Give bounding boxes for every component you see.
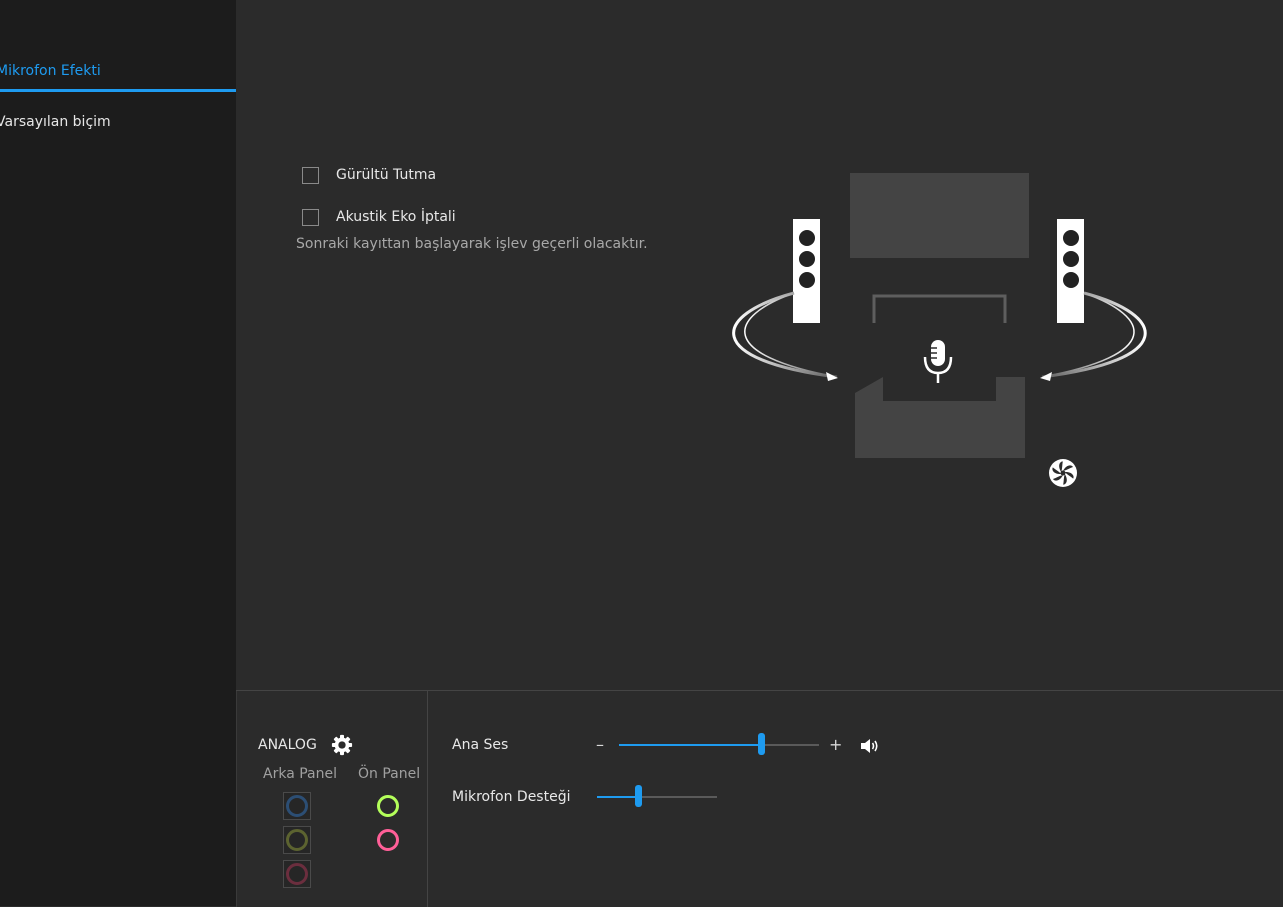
front-jack-green[interactable] (377, 795, 399, 817)
rear-jack-slot (283, 792, 311, 820)
gear-icon[interactable] (331, 734, 353, 756)
master-volume-label: Ana Ses (452, 737, 509, 753)
left-speaker (793, 219, 820, 323)
analog-panel: ANALOG Arka Panel Ön Panel (236, 691, 428, 907)
slider-thumb[interactable] (635, 785, 642, 807)
front-jack-pink[interactable] (377, 829, 399, 851)
footer-bar: ANALOG Arka Panel Ön Panel Ana Ses – + M… (236, 690, 1283, 907)
rear-jack-blue[interactable] (286, 795, 308, 817)
main-panel: Gürültü Tutma Akustik Eko İptali Sonraki… (236, 0, 1283, 690)
noise-suppression-label: Gürültü Tutma (336, 167, 437, 183)
front-panel-label: Ön Panel (358, 766, 421, 782)
mic-boost-slider[interactable] (597, 785, 717, 807)
echo-cancellation-label: Akustik Eko İptali (336, 209, 456, 225)
effect-note: Sonraki kayıttan başlayarak işlev geçerl… (296, 236, 648, 252)
microphone-effect-illustration (732, 173, 1147, 458)
rear-jack-slot (283, 860, 311, 888)
volume-minus-button[interactable]: – (596, 737, 604, 753)
analog-title: ANALOG (258, 737, 317, 753)
right-speaker (1057, 219, 1084, 323)
fan-icon[interactable] (1047, 457, 1079, 489)
rear-panel-label: Arka Panel (263, 766, 337, 782)
slider-fill (597, 796, 638, 798)
sidebar: Mikrofon Efekti Varsayılan biçim (0, 0, 236, 906)
rear-jack-red[interactable] (286, 863, 308, 885)
sidebar-item-microphone-effect[interactable]: Mikrofon Efekti (0, 52, 236, 92)
speaker-volume-icon[interactable] (860, 738, 880, 754)
rear-jack-slot (283, 826, 311, 854)
sidebar-item-label: Mikrofon Efekti (0, 63, 101, 79)
mic-boost-label: Mikrofon Desteği (452, 789, 571, 805)
slider-thumb[interactable] (758, 733, 765, 755)
master-volume-slider[interactable] (619, 733, 819, 755)
microphone-icon (923, 340, 953, 383)
noise-suppression-checkbox[interactable] (302, 167, 319, 184)
monitor-shape (850, 173, 1029, 258)
sidebar-item-default-format[interactable]: Varsayılan biçim (0, 103, 236, 143)
slider-fill (619, 744, 761, 746)
echo-cancellation-checkbox[interactable] (302, 209, 319, 226)
rear-jack-olive[interactable] (286, 829, 308, 851)
volume-plus-button[interactable]: + (829, 737, 842, 753)
sidebar-item-label: Varsayılan biçim (0, 114, 111, 130)
